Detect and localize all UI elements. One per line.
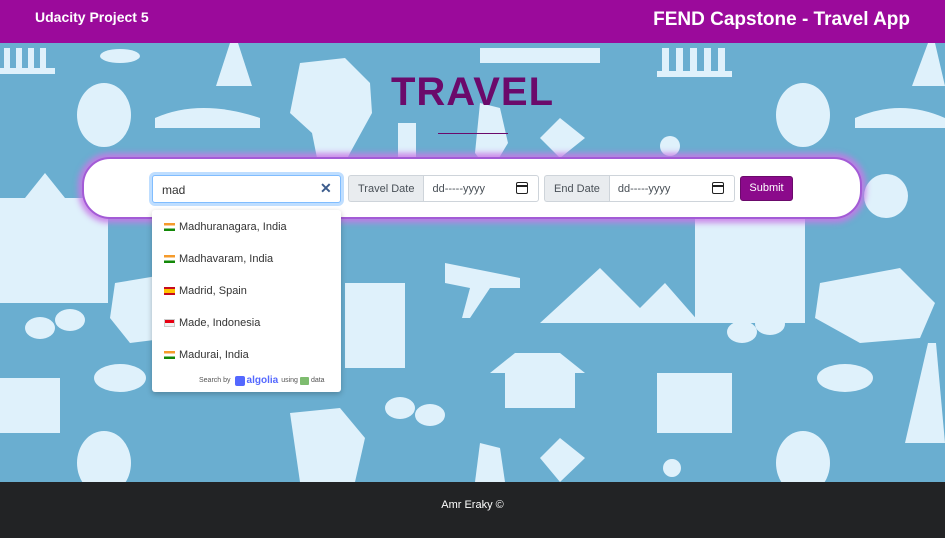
suggestion-label: Madrid, Spain — [179, 285, 247, 297]
suggestion-label: Madurai, India — [179, 349, 249, 361]
powered-by-algolia[interactable]: Search by algolia using data — [199, 375, 325, 386]
destination-input[interactable]: mad — [152, 175, 341, 203]
powered-data: data — [310, 377, 325, 384]
suggestion-item[interactable]: Madrid, Spain — [164, 282, 247, 300]
calendar-icon[interactable] — [516, 182, 529, 194]
india-flag-icon — [164, 255, 175, 263]
end-date-value: dd-----yyyy — [617, 183, 671, 195]
suggestion-item[interactable]: Madhavaram, India — [164, 250, 273, 268]
algolia-icon — [234, 375, 245, 386]
end-date-input[interactable]: dd-----yyyy — [608, 175, 735, 202]
powered-using: using — [281, 377, 298, 384]
hero-divider — [438, 133, 508, 134]
end-date-group: End Date dd-----yyyy — [544, 175, 735, 202]
brand-left-link[interactable]: Udacity Project 5 — [35, 9, 149, 25]
travel-date-value: dd-----yyyy — [432, 183, 486, 195]
india-flag-icon — [164, 223, 175, 231]
hero-title: TRAVEL — [390, 70, 555, 114]
clear-icon[interactable]: ✕ — [320, 181, 332, 195]
travel-date-label: Travel Date — [348, 175, 424, 202]
calendar-icon[interactable] — [711, 182, 724, 194]
autocomplete-dropdown: Madhuranagara, India Madhavaram, India M… — [152, 210, 341, 392]
spain-flag-icon — [164, 287, 175, 295]
algolia-brand: algolia — [246, 375, 279, 386]
suggestion-label: Madhuranagara, India — [179, 221, 287, 233]
travel-date-input[interactable]: dd-----yyyy — [423, 175, 540, 202]
navbar: Udacity Project 5 FEND Capstone - Travel… — [0, 0, 945, 43]
suggestion-label: Madhavaram, India — [179, 253, 274, 265]
brand-right-title: FEND Capstone - Travel App — [653, 9, 910, 30]
footer-credit: Amr Eraky © — [441, 499, 504, 511]
suggestion-item[interactable]: Madhuranagara, India — [164, 218, 287, 236]
submit-button[interactable]: Submit — [740, 176, 793, 201]
suggestion-item[interactable]: Madurai, India — [164, 346, 249, 364]
suggestion-label: Made, Indonesia — [179, 317, 261, 329]
india-flag-icon — [164, 351, 175, 359]
footer: Amr Eraky © — [0, 482, 945, 538]
travel-date-group: Travel Date dd-----yyyy — [348, 175, 540, 202]
suggestion-item[interactable]: Made, Indonesia — [164, 314, 260, 332]
indonesia-flag-icon — [164, 319, 175, 327]
powered-prefix: Search by — [199, 377, 231, 384]
end-date-label: End Date — [544, 175, 609, 202]
openstreetmap-icon — [299, 376, 309, 385]
